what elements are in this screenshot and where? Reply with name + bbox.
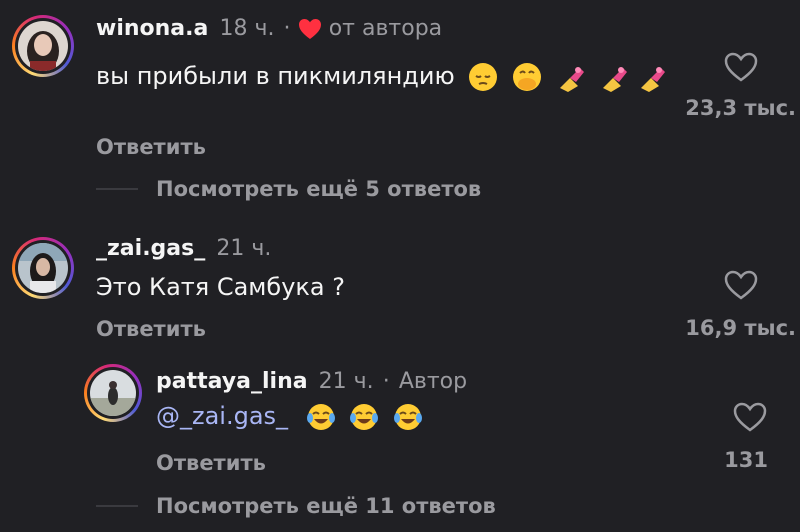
like-button[interactable] [733, 402, 767, 432]
view-more-replies-button[interactable]: Посмотреть ещё 11 ответов [156, 494, 496, 518]
nail-polish-icon [556, 62, 586, 92]
nail-polish-icon [599, 62, 629, 92]
avatar-image [18, 21, 68, 71]
comment-time: 18 ч. [219, 16, 275, 41]
nail-polish-icon [637, 62, 667, 92]
avatar[interactable] [12, 15, 74, 77]
mention-link[interactable]: @_zai.gas_ [156, 402, 288, 430]
reply-button[interactable]: Ответить [96, 135, 206, 159]
tears-of-joy-face-icon [349, 402, 379, 432]
heart-icon [298, 18, 322, 44]
avatar-image [18, 243, 68, 293]
like-count: 16,9 тыс. [685, 316, 796, 340]
comment-body: вы прибыли в пикмиляндию [96, 62, 455, 90]
like-count: 23,3 тыс. [685, 96, 796, 120]
pensive-face-icon [468, 62, 498, 92]
tears-of-joy-face-icon [393, 402, 423, 432]
reply-button[interactable]: Ответить [156, 451, 266, 475]
comment-time: 21 ч. [216, 236, 272, 261]
reply-button[interactable]: Ответить [96, 317, 206, 341]
avatar[interactable] [84, 364, 142, 422]
like-count: 131 [724, 448, 768, 472]
comment-text: вы прибыли в пикмиляндию [96, 56, 676, 96]
tears-of-joy-face-icon [306, 402, 336, 432]
username[interactable]: _zai.gas_ [96, 236, 205, 261]
like-button[interactable] [724, 270, 758, 300]
reply-text: @_zai.gas_ [156, 402, 423, 432]
like-button[interactable] [724, 52, 758, 82]
author-badge: от автора [328, 16, 443, 41]
comment-time: 21 ч. [318, 369, 374, 394]
comment-body: Это Катя Самбука ? [96, 273, 345, 301]
hand-over-mouth-face-icon [512, 62, 542, 92]
separator: · [382, 369, 390, 394]
avatar-image [90, 370, 136, 416]
username[interactable]: winona.a [96, 16, 208, 41]
author-badge: Автор [398, 369, 468, 394]
avatar[interactable] [12, 237, 74, 299]
separator: · [283, 16, 291, 41]
view-more-replies-button[interactable]: Посмотреть ещё 5 ответов [156, 177, 481, 201]
username[interactable]: pattaya_lina [156, 369, 308, 394]
replies-divider [96, 188, 138, 190]
replies-divider [96, 505, 138, 507]
